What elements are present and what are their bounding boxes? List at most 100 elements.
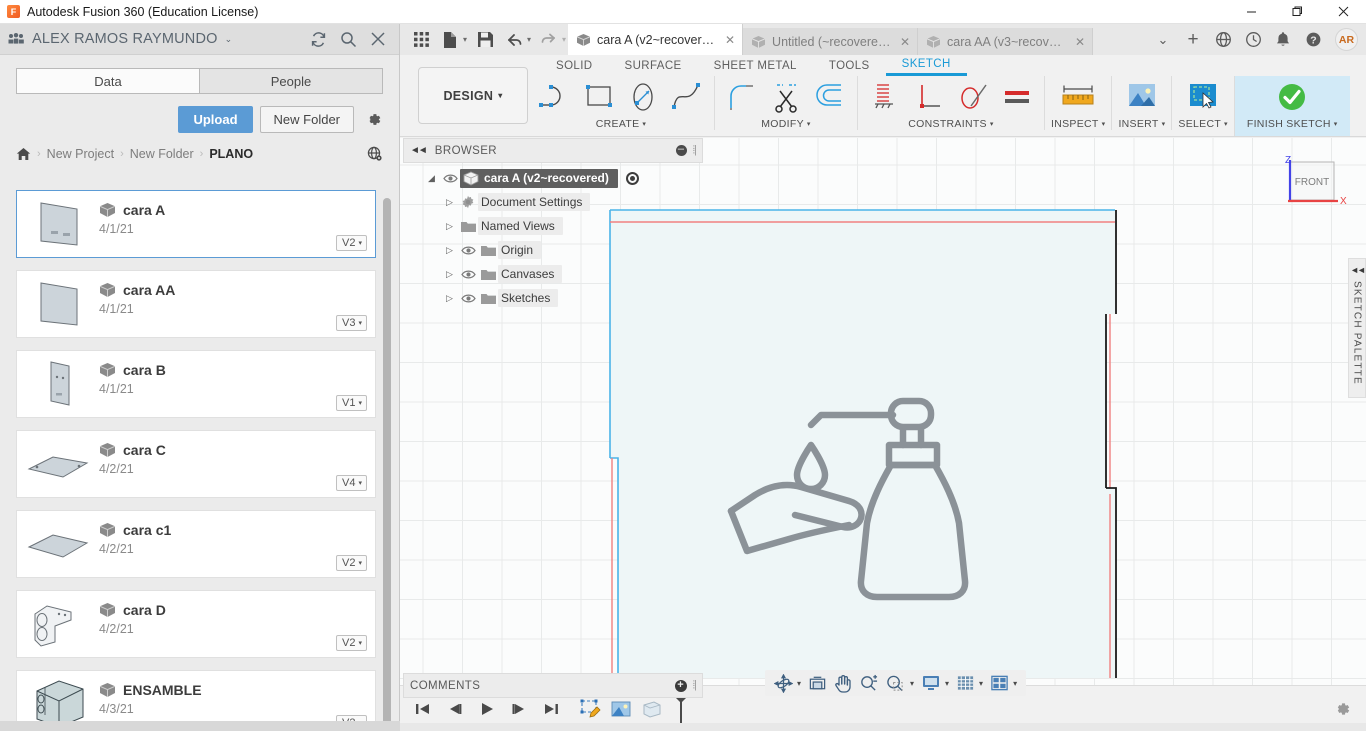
version-badge[interactable]: V4 ▾ <box>336 475 367 491</box>
look-at-icon[interactable] <box>805 671 830 695</box>
upload-button[interactable]: Upload <box>178 106 253 133</box>
tab-data[interactable]: Data <box>16 68 199 94</box>
tab-tools[interactable]: TOOLS <box>813 55 886 76</box>
list-item[interactable]: ENSAMBLE 4/3/21 V2 ▾ <box>16 670 376 721</box>
tab-overflow-caret-icon[interactable]: ⌄ <box>1149 26 1177 54</box>
offset-icon[interactable] <box>809 77 851 117</box>
finish-sketch-label[interactable]: FINISH SKETCH ▾ <box>1247 118 1338 130</box>
expand-triangle-icon[interactable]: ▷ <box>441 293 458 304</box>
sketch-canvas[interactable]: ◄◄ BROWSER – ⦙| ◢ cara A (v2~recovered) … <box>400 138 1366 699</box>
viewports-caret-icon[interactable]: ▾ <box>1013 679 1020 688</box>
sketch-feature-icon[interactable] <box>578 696 604 722</box>
tree-label-row[interactable]: Named Views <box>478 217 563 235</box>
tree-label-row[interactable]: Sketches <box>498 289 559 307</box>
tree-label-row[interactable]: Canvases <box>498 265 563 283</box>
display-settings-icon[interactable] <box>918 671 944 695</box>
minus-icon[interactable]: – <box>675 144 687 156</box>
document-tab[interactable]: cara AA (v3~recovered)* ✕ <box>918 28 1094 55</box>
viewcube[interactable]: FRONT Z X <box>1276 155 1352 226</box>
grid-snap-caret-icon[interactable]: ▾ <box>979 679 986 688</box>
skip-start-icon[interactable] <box>410 696 436 722</box>
panel-grip[interactable]: ⦙| <box>693 144 697 157</box>
create-group-label[interactable]: CREATE ▾ <box>596 118 646 130</box>
version-badge[interactable]: V1 ▾ <box>336 395 367 411</box>
version-badge[interactable]: V2 ▾ <box>336 235 367 251</box>
orbit-icon[interactable] <box>771 671 796 695</box>
expand-triangle-icon[interactable]: ▷ <box>441 269 458 280</box>
list-item[interactable]: cara AA 4/1/21 V3 ▾ <box>16 270 376 338</box>
tab-sheet-metal[interactable]: SHEET METAL <box>698 55 813 76</box>
design-workspace-selector[interactable]: DESIGN ▾ <box>418 67 528 124</box>
rectangle-icon[interactable] <box>578 77 620 117</box>
undo-caret-icon[interactable]: ▾ <box>527 35 531 44</box>
select-group-label[interactable]: SELECT ▾ <box>1178 118 1227 130</box>
close-data-panel-icon[interactable] <box>369 30 387 48</box>
clock-icon[interactable] <box>1239 26 1267 54</box>
list-item[interactable]: cara B 4/1/21 V1 ▾ <box>16 350 376 418</box>
play-icon[interactable] <box>474 696 500 722</box>
help-icon[interactable]: ? <box>1299 26 1327 54</box>
new-folder-button[interactable]: New Folder <box>259 106 354 133</box>
expand-triangle-icon[interactable]: ▷ <box>441 197 458 208</box>
breadcrumb-item-project[interactable]: New Project <box>47 147 114 161</box>
tree-node-origin[interactable]: ▷ Origin <box>441 238 703 262</box>
tree-node-document-settings[interactable]: ▷ Document Settings <box>441 190 703 214</box>
tangent-icon[interactable] <box>952 77 994 117</box>
perpendicular-icon[interactable] <box>908 77 950 117</box>
skip-end-icon[interactable] <box>538 696 564 722</box>
line-icon[interactable] <box>534 77 576 117</box>
expand-triangle-icon[interactable]: ◢ <box>423 173 440 184</box>
refresh-icon[interactable] <box>309 30 327 48</box>
finish-check-icon[interactable] <box>1271 77 1313 117</box>
display-settings-caret-icon[interactable]: ▾ <box>945 679 952 688</box>
ellipse-icon[interactable] <box>622 77 664 117</box>
redo-caret-icon[interactable]: ▾ <box>562 35 566 44</box>
measure-ruler-icon[interactable] <box>1057 77 1099 117</box>
tab-solid[interactable]: SOLID <box>540 55 609 76</box>
insert-group-label[interactable]: INSERT ▾ <box>1118 118 1165 130</box>
collapse-left-icon[interactable]: ◄◄ <box>410 145 428 156</box>
zoom-window-caret-icon[interactable]: ▾ <box>910 679 917 688</box>
insert-image-icon[interactable] <box>1121 77 1163 117</box>
eye-icon[interactable] <box>458 245 478 256</box>
fillet-icon[interactable] <box>721 77 763 117</box>
version-badge[interactable]: V2 ▾ <box>336 635 367 651</box>
tree-node-named-views[interactable]: ▷ Named Views <box>441 214 703 238</box>
close-icon[interactable]: ✕ <box>1075 35 1085 49</box>
list-item[interactable]: cara c1 4/2/21 V2 ▾ <box>16 510 376 578</box>
list-item[interactable]: cara C 4/2/21 V4 ▾ <box>16 430 376 498</box>
eye-icon[interactable] <box>440 173 460 184</box>
add-tab-button[interactable]: + <box>1179 26 1207 54</box>
minimize-button[interactable] <box>1228 0 1274 24</box>
globe-icon[interactable] <box>1209 26 1237 54</box>
new-file-caret-icon[interactable]: ▾ <box>463 35 467 44</box>
tab-sketch[interactable]: SKETCH <box>885 55 967 76</box>
tree-node-root[interactable]: ◢ cara A (v2~recovered) <box>423 166 703 190</box>
undo-icon[interactable] <box>501 27 527 53</box>
home-icon[interactable] <box>16 147 31 161</box>
breadcrumb-item-folder[interactable]: New Folder <box>130 147 194 161</box>
close-icon[interactable]: ✕ <box>725 33 735 47</box>
eye-icon[interactable] <box>458 269 478 280</box>
tab-surface[interactable]: SURFACE <box>609 55 698 76</box>
browser-tree[interactable]: ◢ cara A (v2~recovered) ▷ Document Setti… <box>403 163 703 310</box>
zoom-icon[interactable] <box>856 671 881 695</box>
spline-icon[interactable] <box>666 77 708 117</box>
bell-icon[interactable] <box>1269 26 1297 54</box>
canvas-feature-icon[interactable] <box>608 696 634 722</box>
tree-root-label-row[interactable]: cara A (v2~recovered) <box>460 168 618 188</box>
tab-people[interactable]: People <box>199 68 383 94</box>
tree-node-canvases[interactable]: ▷ Canvases <box>441 262 703 286</box>
sketch-palette-tab[interactable]: ◄◄ SKETCH PALETTE <box>1348 258 1366 398</box>
parallel-icon[interactable] <box>996 77 1038 117</box>
step-back-icon[interactable] <box>442 696 468 722</box>
expand-triangle-icon[interactable]: ▷ <box>441 221 458 232</box>
redo-icon[interactable] <box>536 27 562 53</box>
inspect-group-label[interactable]: INSPECT ▾ <box>1051 118 1105 130</box>
ribbon-group-finish-sketch[interactable]: FINISH SKETCH ▾ <box>1233 76 1350 136</box>
tree-node-sketches[interactable]: ▷ Sketches <box>441 286 703 310</box>
tree-label-row[interactable]: Origin <box>498 241 542 259</box>
eye-icon[interactable] <box>458 293 478 304</box>
gear-icon[interactable] <box>1332 699 1352 719</box>
panel-grip[interactable]: ⦙| <box>693 679 697 692</box>
